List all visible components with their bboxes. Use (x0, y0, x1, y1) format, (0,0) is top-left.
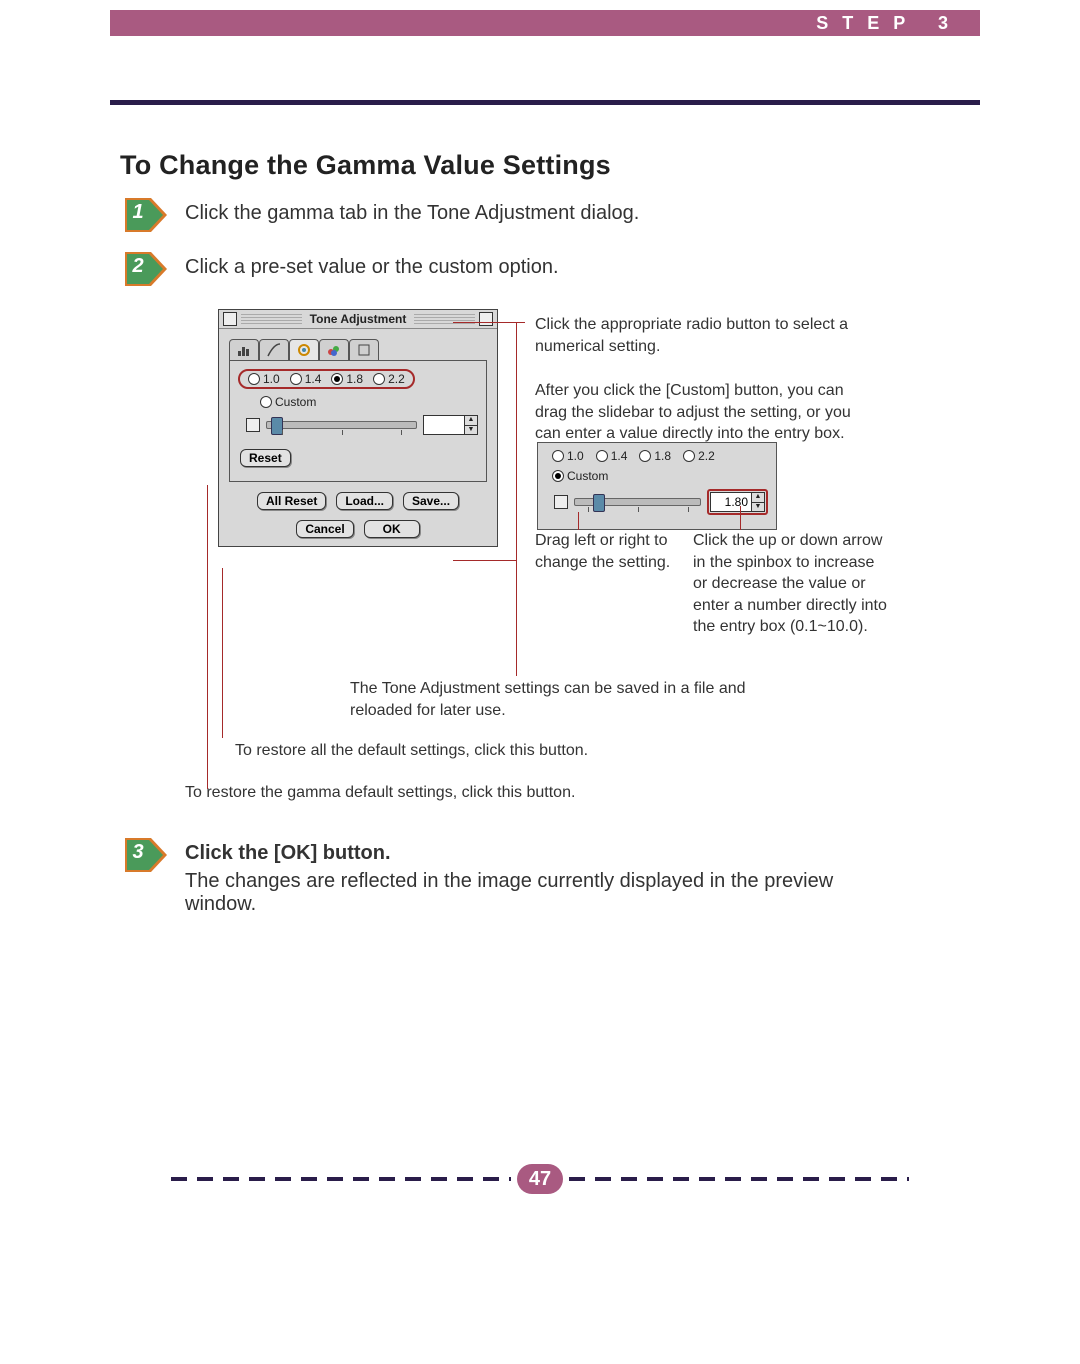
p2-radio-1.8[interactable]: 1.8 (639, 449, 671, 463)
p2-gamma-spinbox[interactable]: ▲▼ (710, 492, 765, 512)
tone-adjustment-dialog: Tone Adjustment 1.0 1.4 1.8 2.2 Custom (218, 309, 498, 547)
step-number-3: 3 (132, 841, 143, 863)
step-2-text: Click a pre-set value or the custom opti… (185, 256, 559, 279)
ok-button[interactable]: OK (364, 520, 420, 538)
anno-save-hint: The Tone Adjustment settings can be save… (350, 678, 770, 721)
page-title: To Change the Gamma Value Settings (120, 150, 611, 181)
load-button[interactable]: Load... (336, 492, 393, 510)
tone-tabs (229, 339, 487, 360)
gamma-radio-label: 2.2 (388, 372, 405, 386)
gamma-slider[interactable] (266, 421, 417, 429)
footer: 47 (0, 1164, 1080, 1194)
dialog-titlebar: Tone Adjustment (219, 310, 497, 329)
p2-radio-label: 1.4 (611, 449, 628, 463)
header-step-label: STEP 3 (110, 10, 980, 36)
step-bullet-3: 3 (125, 838, 157, 870)
p2-radio-1.0[interactable]: 1.0 (552, 449, 584, 463)
titlebar-stripes (241, 314, 302, 324)
divider-rule (110, 100, 980, 105)
p2-gamma-spin-input[interactable] (711, 493, 751, 511)
p2-radio-label: 2.2 (698, 449, 715, 463)
spin-up-icon[interactable]: ▲ (465, 416, 477, 426)
gamma-spin-input[interactable] (424, 416, 464, 434)
page-number: 47 (517, 1164, 563, 1194)
footer-dashes-left (171, 1177, 511, 1181)
p2-gamma-slider[interactable] (574, 498, 701, 506)
cancel-button[interactable]: Cancel (296, 520, 353, 538)
tab-histogram[interactable] (229, 339, 259, 360)
step-number-1: 1 (132, 201, 143, 223)
tab-balance[interactable] (319, 339, 349, 360)
gamma-radio-label: 1.4 (305, 372, 322, 386)
gamma-radio-custom[interactable]: Custom (260, 395, 316, 409)
p2-radio-2.2[interactable]: 2.2 (683, 449, 715, 463)
close-box-icon[interactable] (223, 312, 237, 326)
link-toggle-icon[interactable] (246, 418, 260, 432)
gamma-panel: 1.0 1.4 1.8 2.2 Custom ▲▼ (229, 360, 487, 482)
save-button[interactable]: Save... (403, 492, 459, 510)
zoom-box-icon[interactable] (479, 312, 493, 326)
p2-radio-1.4[interactable]: 1.4 (596, 449, 628, 463)
anno-drag-hint: Drag left or right to change the setting… (535, 530, 685, 573)
tab-curve[interactable] (259, 339, 289, 360)
dialog-title: Tone Adjustment (306, 312, 411, 326)
p2-radio-label: 1.0 (567, 449, 584, 463)
spin-down-icon[interactable]: ▼ (752, 503, 764, 512)
gamma-custom-label: Custom (275, 395, 316, 409)
footer-dashes-right (569, 1177, 909, 1181)
p2-spin-highlight: ▲▼ (707, 489, 768, 515)
tab-settings[interactable] (349, 339, 379, 360)
step-bullet-1: 1 (125, 198, 157, 230)
anno-custom-hint: After you click the [Custom] button, you… (535, 380, 865, 445)
anno-radio-hint: Click the appropriate radio button to se… (535, 314, 865, 357)
anno-spin-hint: Click the up or down arrow in the spinbo… (693, 530, 893, 638)
step-3-body: The changes are reflected in the image c… (185, 870, 905, 916)
gamma-radio-label: 1.0 (263, 372, 280, 386)
tab-gamma[interactable] (289, 339, 319, 360)
anno-reset-hint: To restore the gamma default settings, c… (185, 782, 685, 804)
spin-down-icon[interactable]: ▼ (465, 426, 477, 435)
gamma-radio-label: 1.8 (346, 372, 363, 386)
p2-radio-custom[interactable]: Custom (552, 469, 608, 483)
p2-link-toggle-icon[interactable] (554, 495, 568, 509)
custom-example-panel: 1.0 1.4 1.8 2.2 Custom ▲▼ (537, 442, 777, 530)
step-number-2: 2 (132, 255, 143, 277)
gamma-radio-1.4[interactable]: 1.4 (290, 372, 322, 386)
gamma-radio-2.2[interactable]: 2.2 (373, 372, 405, 386)
gamma-radio-1.8[interactable]: 1.8 (331, 372, 363, 386)
gamma-preset-ring: 1.0 1.4 1.8 2.2 (238, 369, 415, 389)
step-3-heading: Click the [OK] button. (185, 842, 391, 865)
step-bullet-2: 2 (125, 252, 157, 284)
gamma-spinbox[interactable]: ▲▼ (423, 415, 478, 435)
gamma-radio-1.0[interactable]: 1.0 (248, 372, 280, 386)
p2-custom-label: Custom (567, 469, 608, 483)
spin-up-icon[interactable]: ▲ (752, 493, 764, 503)
anno-all-reset-hint: To restore all the default settings, cli… (235, 740, 735, 762)
step-1-text: Click the gamma tab in the Tone Adjustme… (185, 202, 639, 225)
p2-radio-label: 1.8 (654, 449, 671, 463)
reset-button[interactable]: Reset (240, 449, 291, 467)
all-reset-button[interactable]: All Reset (257, 492, 326, 510)
